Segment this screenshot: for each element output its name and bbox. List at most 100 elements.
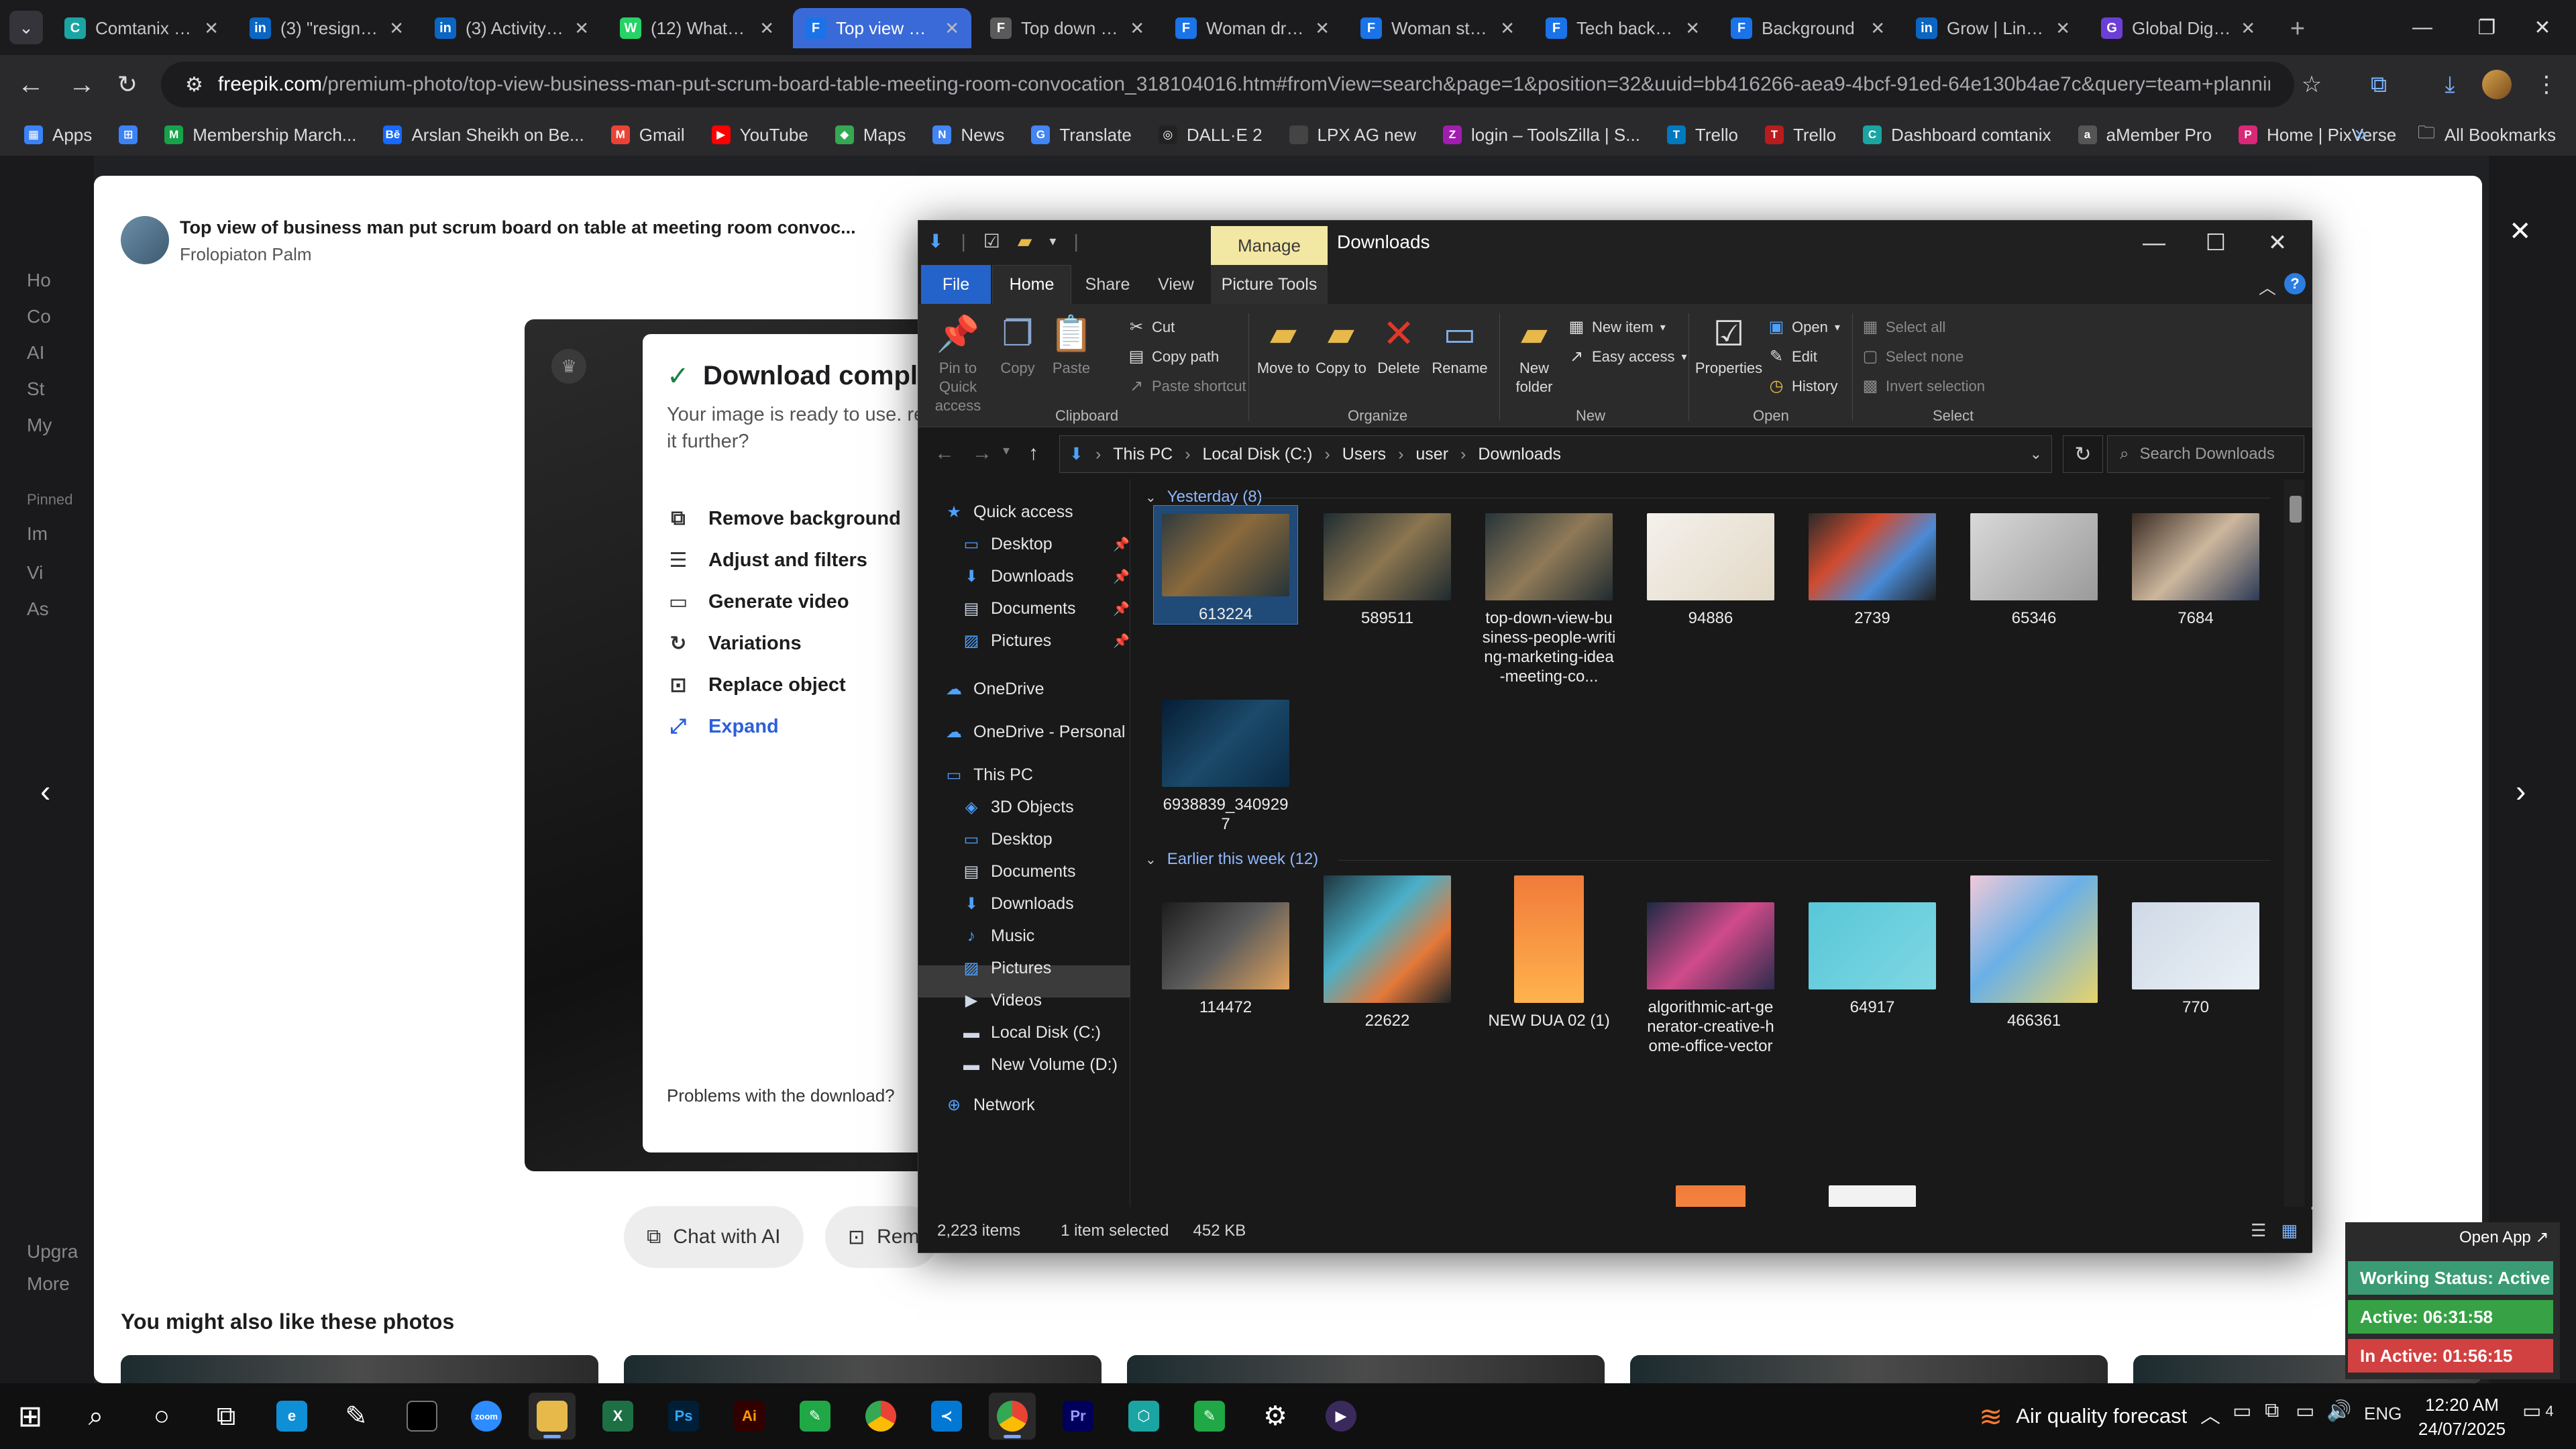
- nav-qa-item[interactable]: ⬇ Downloads 📌: [961, 567, 1130, 586]
- bookmark-item[interactable]: Zlogin – ToolsZilla | S...: [1442, 125, 1640, 146]
- system-clock[interactable]: 12:20 AM 24/07/2025: [2408, 1393, 2516, 1441]
- file-item[interactable]: 94886: [1638, 505, 1783, 628]
- tab-close-icon[interactable]: ✕: [759, 18, 774, 39]
- nav-pc-item[interactable]: ♪ Music: [961, 926, 1034, 946]
- breadcrumb-separator-icon[interactable]: ›: [1324, 445, 1330, 464]
- nav-pc-item[interactable]: ◈ 3D Objects: [961, 798, 1074, 817]
- bookmark-item[interactable]: ◎ DALL·E 2: [1158, 125, 1263, 146]
- details-view-icon[interactable]: ☰: [2251, 1220, 2266, 1241]
- settings-app[interactable]: ⚙: [1252, 1393, 1299, 1440]
- easy-access-button[interactable]: ↗ Easy access ▾: [1568, 347, 1687, 366]
- sheets-app-2[interactable]: ✎: [1186, 1393, 1233, 1440]
- browser-tab[interactable]: in Grow | LinkedIn ✕: [1904, 8, 2082, 48]
- browser-tab[interactable]: C Comtanix HR ✕: [52, 8, 231, 48]
- chrome-profile-app[interactable]: [989, 1393, 1036, 1440]
- browser-tab[interactable]: W (12) WhatsApp ✕: [608, 8, 786, 48]
- open-button[interactable]: ▣ Open ▾: [1768, 317, 1840, 337]
- help-icon[interactable]: ?: [2284, 273, 2306, 294]
- media-player-app[interactable]: ▶: [1318, 1393, 1364, 1440]
- delete-button[interactable]: ✕ Delete: [1372, 313, 1426, 378]
- page-sidebar-item[interactable]: Upgra: [27, 1241, 78, 1263]
- file-explorer-app[interactable]: [529, 1393, 576, 1440]
- tab-close-icon[interactable]: ✕: [204, 18, 219, 39]
- download-option[interactable]: ⧉ Remove background: [667, 507, 901, 530]
- close-icon[interactable]: ✕: [2247, 221, 2308, 265]
- tab-close-icon[interactable]: ✕: [2241, 18, 2255, 39]
- file-item[interactable]: 64917: [1800, 894, 1945, 1017]
- info-icon[interactable]: ⓘ: [2348, 239, 2375, 278]
- vscode-app[interactable]: ≺: [923, 1393, 970, 1440]
- paste-shortcut-button[interactable]: ↗ Paste shortcut: [1128, 376, 1246, 396]
- tray-chevron-icon[interactable]: ︿: [2200, 1399, 2220, 1429]
- bookmark-item[interactable]: M Membership March...: [164, 125, 356, 146]
- file-item[interactable]: ▶: [1800, 1177, 1945, 1207]
- next-photo-icon[interactable]: ›: [2516, 773, 2526, 809]
- copy-path-button[interactable]: ▤ Copy path: [1128, 347, 1220, 366]
- tab-close-icon[interactable]: ✕: [945, 18, 959, 39]
- browser-tab[interactable]: in (3) "resignation" ✕: [237, 8, 416, 48]
- chat-with-ai-button[interactable]: ⧉ Chat with AI: [624, 1206, 804, 1268]
- bookmark-item[interactable]: ⊞: [119, 125, 138, 144]
- extension-icon[interactable]: ⧉: [2361, 67, 2396, 102]
- open-app-link[interactable]: Open App ↗: [2459, 1228, 2549, 1247]
- address-bar[interactable]: ⚙ freepik.com/premium-photo/top-view-bus…: [161, 62, 2294, 107]
- customize-qat-icon[interactable]: ▾: [1049, 233, 1056, 250]
- bookmark-item[interactable]: N News: [932, 125, 1004, 146]
- pin-quick-access-button[interactable]: 📌 Pin to Quick access: [928, 313, 988, 415]
- new-tab-button[interactable]: +: [2281, 12, 2314, 46]
- nav-this-pc[interactable]: ▭ This PC: [944, 765, 1033, 785]
- search-input[interactable]: ⌕ Search Downloads: [2107, 435, 2304, 473]
- group-collapse-icon[interactable]: ⌄: [1145, 489, 1157, 506]
- browser-tab[interactable]: F Top view of business man ✕: [793, 8, 971, 48]
- breadcrumb-separator-icon[interactable]: ›: [1398, 445, 1403, 464]
- nav-pc-item[interactable]: ⬇ Downloads: [961, 894, 1074, 914]
- edit-button[interactable]: ✎ Edit: [1768, 347, 1817, 366]
- downloads-icon[interactable]: ⤓: [2432, 67, 2467, 102]
- page-sidebar-item[interactable]: Ho: [27, 270, 51, 291]
- quick-save-icon[interactable]: ⬇: [928, 230, 943, 252]
- browser-tab[interactable]: G Global Digital ✕: [2089, 8, 2267, 48]
- browser-tab[interactable]: F Tech background ✕: [1534, 8, 1712, 48]
- nav-pc-item[interactable]: ▶ Videos: [961, 991, 1042, 1010]
- select-none-button[interactable]: ▢ Select none: [1862, 347, 1964, 366]
- weather-widget[interactable]: ≋ Air quality forecast: [1979, 1383, 2187, 1449]
- breadcrumb-item[interactable]: user: [1415, 445, 1448, 464]
- bookmark-item[interactable]: M Gmail: [610, 125, 685, 146]
- history-button[interactable]: ◷ History: [1768, 376, 1838, 396]
- nav-onedrive[interactable]: ☁ OneDrive: [944, 680, 1044, 699]
- file-item[interactable]: 466361: [1962, 867, 2106, 1030]
- page-sidebar-item[interactable]: Pinned: [27, 491, 73, 508]
- group-collapse-icon[interactable]: ⌄: [1145, 851, 1157, 868]
- zoom-app[interactable]: zoom: [463, 1393, 510, 1440]
- all-bookmarks[interactable]: 🗀 All Bookmarks: [2418, 114, 2556, 156]
- language-indicator[interactable]: ENG: [2364, 1403, 2402, 1424]
- file-item[interactable]: 613224: [1153, 505, 1298, 625]
- nav-pc-item[interactable]: ▨ Pictures: [961, 959, 1052, 978]
- paste-button[interactable]: 📋 Paste: [1050, 313, 1093, 378]
- file-item[interactable]: [1638, 1177, 1783, 1207]
- nav-qa-item[interactable]: ▤ Documents 📌: [961, 599, 1130, 619]
- page-sidebar-item[interactable]: Im: [27, 523, 48, 545]
- menu-icon[interactable]: ⋮: [2529, 67, 2564, 102]
- properties-icon[interactable]: ☑: [983, 230, 1000, 252]
- reload-button[interactable]: ↻: [107, 64, 148, 105]
- group-header[interactable]: ⌄ Earlier this week (12): [1145, 850, 1318, 869]
- download-problems-link[interactable]: Problems with the download?: [667, 1085, 895, 1106]
- more-bookmarks-icon[interactable]: »: [2355, 121, 2367, 146]
- tab-picture-tools[interactable]: Picture Tools: [1211, 265, 1328, 304]
- invert-selection-button[interactable]: ▩ Invert selection: [1862, 376, 1985, 396]
- breadcrumb-separator-icon[interactable]: ›: [1095, 445, 1101, 464]
- related-photo[interactable]: [121, 1355, 598, 1383]
- start-button[interactable]: ⊞: [7, 1393, 54, 1440]
- nav-qa-item[interactable]: ▨ Pictures 📌: [961, 631, 1130, 651]
- related-photo[interactable]: [624, 1355, 1102, 1383]
- tab-search-button[interactable]: ⌄: [9, 11, 43, 44]
- edge-app[interactable]: e: [268, 1393, 315, 1440]
- related-photo[interactable]: [1127, 1355, 1605, 1383]
- tab-close-icon[interactable]: ✕: [1130, 18, 1144, 39]
- nav-pc-item[interactable]: ▬ New Volume (D:): [961, 1055, 1118, 1075]
- nav-onedrive-personal[interactable]: ☁ OneDrive - Personal: [944, 722, 1125, 742]
- page-sidebar-item[interactable]: Vi: [27, 562, 43, 584]
- large-icons-view-icon[interactable]: ▦: [2281, 1220, 2298, 1241]
- bookmark-item[interactable]: T Trello: [1666, 125, 1738, 146]
